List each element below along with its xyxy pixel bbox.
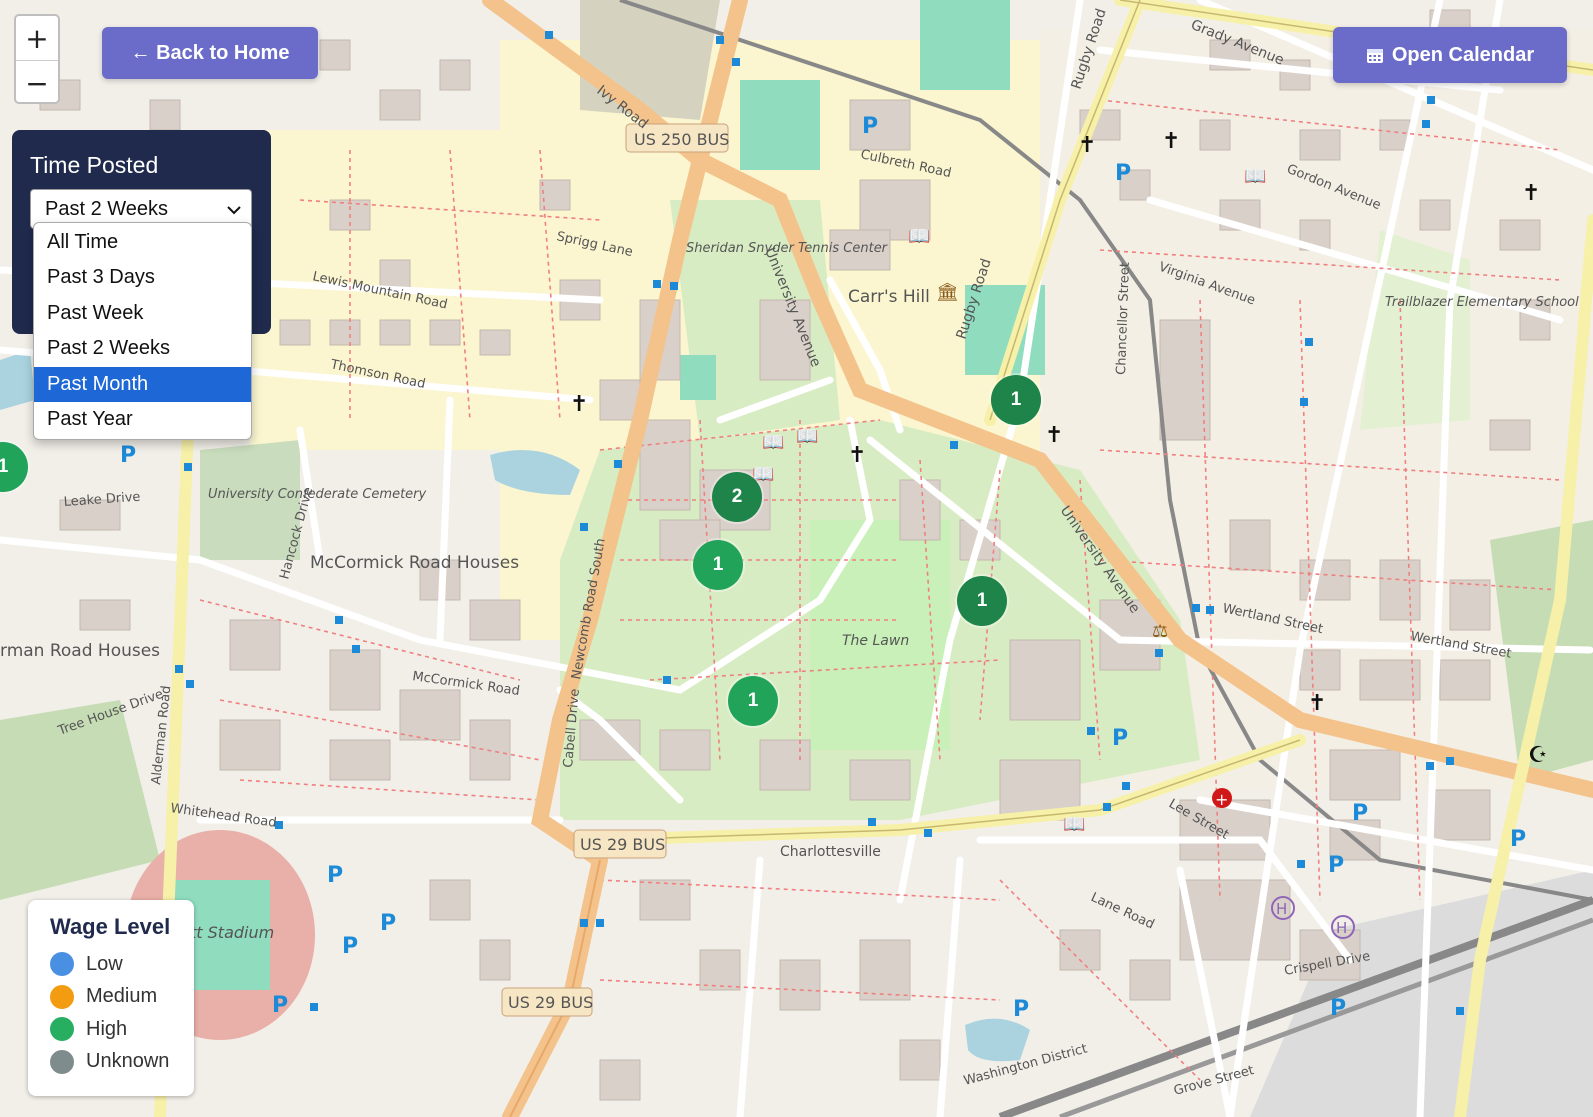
map-label: rman Road Houses	[0, 641, 160, 661]
svg-text:P: P	[862, 114, 878, 139]
legend-item: Unknown	[50, 1046, 194, 1079]
svg-text:P: P	[1013, 997, 1029, 1022]
svg-text:📖: 📖	[762, 432, 784, 453]
job-cluster-marker[interactable]: 2	[712, 472, 762, 522]
svg-text:P: P	[342, 934, 358, 959]
map-label: McCormick Road Houses	[310, 553, 519, 573]
svg-text:✝: ✝	[1078, 133, 1096, 158]
selected-value: Past 2 Weeks	[45, 197, 169, 220]
open-calendar-label: Open Calendar	[1391, 43, 1535, 66]
svg-text:⚖: ⚖	[1152, 621, 1168, 642]
map-label: US 250 BUS	[634, 130, 729, 149]
legend-swatch-unknown	[50, 1049, 74, 1074]
svg-text:📖: 📖	[1063, 814, 1085, 835]
svg-text:+: +	[1215, 790, 1228, 809]
legend-item: Medium	[50, 981, 194, 1014]
cluster-count: 1	[976, 590, 988, 611]
dropdown-option[interactable]: All Time	[34, 225, 251, 260]
map-label: tt Stadium	[190, 923, 274, 942]
dropdown-option[interactable]: Past 3 Days	[34, 260, 251, 295]
svg-text:P: P	[1328, 853, 1344, 878]
map-label: US 29 BUS	[580, 835, 665, 854]
svg-text:P: P	[1510, 827, 1526, 852]
svg-text:H: H	[1336, 919, 1347, 937]
job-cluster-marker[interactable]: 1	[728, 676, 778, 726]
cluster-count: 2	[731, 486, 743, 507]
back-to-home-label: ← Back to Home	[130, 41, 290, 64]
legend-item: High	[50, 1013, 194, 1046]
map-label: Carr's Hill	[848, 287, 930, 307]
svg-text:P: P	[1352, 801, 1368, 826]
svg-text:P: P	[272, 993, 288, 1018]
cluster-count: 1	[747, 690, 759, 711]
zoom-out-button[interactable]: −	[16, 60, 58, 102]
dropdown-option-highlighted[interactable]: Past Month	[34, 366, 251, 402]
svg-text:☪: ☪	[1528, 743, 1548, 768]
zoom-in-button[interactable]: +	[16, 16, 58, 60]
legend-label: Low	[86, 952, 123, 975]
svg-text:P: P	[1112, 726, 1128, 751]
cluster-count: 1	[712, 554, 724, 575]
legend-title: Wage Level	[50, 914, 171, 939]
svg-text:H: H	[1276, 900, 1287, 918]
chevron-down-icon	[227, 198, 241, 221]
svg-text:✝: ✝	[848, 443, 866, 468]
legend-swatch-medium	[50, 984, 74, 1009]
job-cluster-marker[interactable]: 1	[991, 375, 1041, 425]
svg-text:P: P	[120, 443, 136, 468]
job-cluster-marker[interactable]: 1	[957, 576, 1007, 626]
map-label: Trailblazer Elementary School	[1385, 295, 1579, 310]
svg-text:✝: ✝	[1522, 181, 1540, 206]
dropdown-option[interactable]: Past Week	[34, 296, 251, 331]
dropdown-option[interactable]: Past 2 Weeks	[34, 331, 251, 366]
legend-swatch-low	[50, 952, 74, 977]
map-label: Sheridan Snyder Tennis Center	[686, 241, 889, 256]
svg-text:P: P	[1330, 996, 1346, 1021]
legend-label: High	[86, 1017, 128, 1040]
legend-label: Medium	[86, 985, 158, 1008]
cluster-count: 1	[0, 456, 9, 477]
svg-text:📖: 📖	[1244, 166, 1266, 187]
svg-text:📖: 📖	[908, 226, 930, 247]
map-label: US 29 BUS	[508, 993, 593, 1012]
legend-item: Low	[50, 948, 194, 981]
filter-title: Time Posted	[30, 152, 159, 178]
svg-text:✝: ✝	[1308, 691, 1326, 716]
map-label: Charlottesville	[780, 844, 881, 860]
map-label: University Confederate Cemetery	[208, 487, 427, 502]
svg-text:🏛: 🏛	[936, 282, 959, 303]
back-to-home-button[interactable]: ← Back to Home	[102, 27, 318, 79]
cluster-count: 1	[1010, 389, 1022, 410]
zoom-control: + −	[14, 14, 60, 104]
calendar-icon	[1366, 46, 1384, 64]
svg-text:✝: ✝	[1045, 423, 1063, 448]
dropdown-option[interactable]: Past Year	[34, 402, 251, 437]
time-posted-dropdown: All Time Past 3 Days Past Week Past 2 We…	[33, 222, 252, 441]
wage-level-legend: Wage Level Low Medium High Unknown	[28, 900, 194, 1096]
legend-swatch-high	[50, 1017, 74, 1042]
svg-text:📖: 📖	[796, 426, 818, 447]
svg-text:P: P	[1115, 161, 1131, 186]
svg-text:P: P	[380, 911, 396, 936]
svg-text:✝: ✝	[1162, 129, 1180, 154]
svg-text:P: P	[327, 863, 343, 888]
job-cluster-marker[interactable]: 1	[693, 540, 743, 590]
svg-text:✝: ✝	[570, 392, 588, 417]
map-label: The Lawn	[842, 633, 909, 649]
open-calendar-button[interactable]: Open Calendar	[1333, 27, 1567, 83]
legend-label: Unknown	[86, 1050, 170, 1073]
